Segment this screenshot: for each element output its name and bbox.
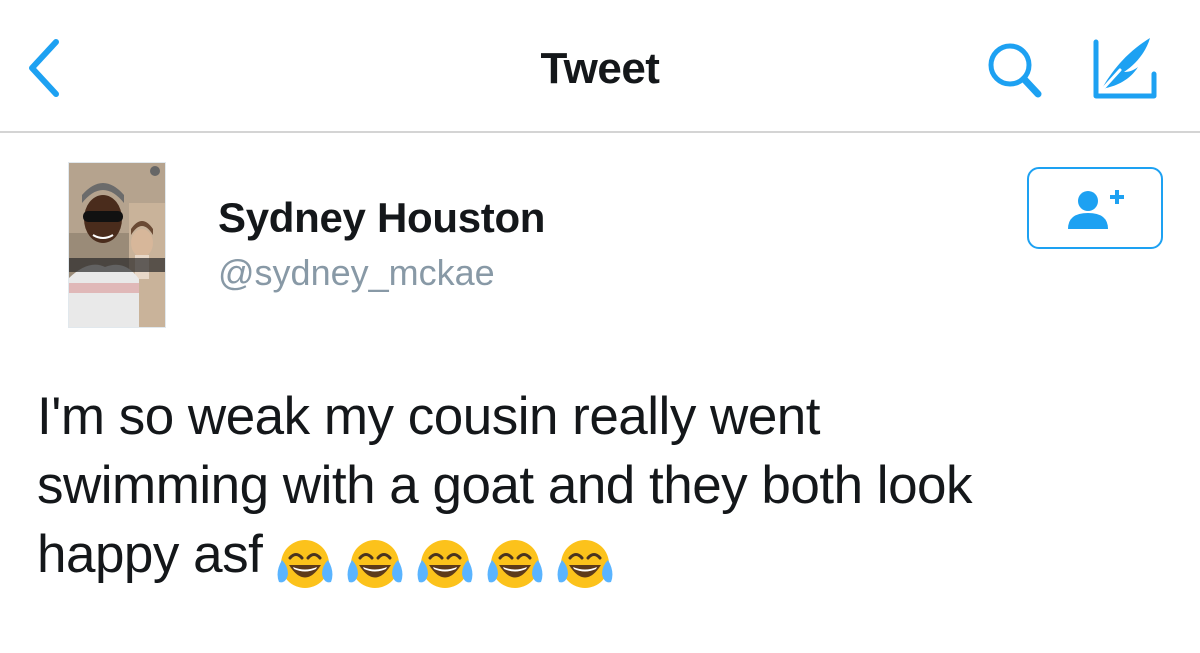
follow-button[interactable] [1027, 167, 1163, 249]
tweet-text-line: I'm so weak my cousin really went [37, 387, 821, 446]
tears-of-joy-emoji-icon [486, 538, 544, 590]
emoji-row [276, 526, 626, 595]
nav-divider [0, 131, 1200, 133]
tears-of-joy-emoji-icon [276, 538, 334, 590]
avatar[interactable] [68, 162, 166, 328]
search-icon [988, 43, 1042, 98]
tweet-text-line: happy asf [37, 525, 263, 584]
tears-of-joy-emoji-icon [416, 538, 474, 590]
author-display-name[interactable]: Sydney Houston [218, 194, 545, 242]
add-user-icon [1068, 190, 1124, 229]
search-button[interactable] [980, 38, 1054, 102]
avatar-photo [69, 163, 165, 327]
tears-of-joy-emoji-icon [556, 538, 614, 590]
compose-button[interactable] [1084, 34, 1164, 104]
tweet-text-line-last: happy asf [37, 520, 1177, 595]
navigation-bar: Tweet [0, 0, 1200, 133]
author-username[interactable]: @sydney_mckae [218, 252, 495, 294]
tears-of-joy-emoji-icon [346, 538, 404, 590]
tweet-text: I'm so weak my cousin really went swimmi… [37, 382, 1177, 595]
tweet-text-line: swimming with a goat and they both look [37, 456, 973, 515]
compose-quill-icon [1093, 38, 1157, 99]
